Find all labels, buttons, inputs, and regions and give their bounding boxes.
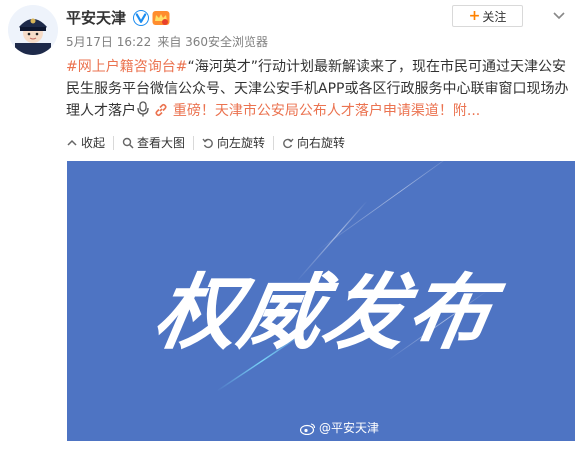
author-name[interactable]: 平安天津 (66, 8, 126, 28)
member-badge-icon[interactable] (152, 10, 170, 26)
view-large-button[interactable]: 查看大图 (113, 136, 193, 150)
weibo-logo-icon (300, 422, 316, 435)
follow-button[interactable]: + 关注 (452, 5, 523, 27)
rotate-right-label: 向右旋转 (297, 136, 346, 150)
author-badges (133, 10, 170, 26)
post-source: 来自 360安全浏览器 (157, 35, 269, 49)
post-meta: 5月17日 16:22 来自 360安全浏览器 (66, 34, 268, 50)
plus-icon: + (468, 8, 481, 24)
post-text: #网上户籍咨询台#“海河英才”行动计划最新解读来了，现在市民可通过天津公安民生服… (66, 56, 574, 124)
verified-v-icon[interactable] (133, 10, 149, 26)
post-time[interactable]: 5月17日 16:22 (66, 34, 151, 50)
headline-text: 权威发布 (148, 266, 510, 361)
chevron-down-icon[interactable] (553, 12, 565, 20)
police-avatar-image (8, 5, 58, 55)
follow-button-label: 关注 (482, 9, 507, 24)
image-watermark: @平安天津 (300, 420, 379, 436)
microphone-icon (136, 101, 150, 124)
article-link[interactable]: 重磅！天津市公安局公布人才落户申请渠道！附... (173, 103, 480, 119)
rotate-right-button[interactable]: 向右旋转 (273, 136, 353, 150)
headline-graphic: 权威发布 (67, 161, 575, 441)
rotate-left-label: 向左旋转 (217, 136, 266, 150)
rotate-right-icon (283, 138, 294, 149)
magnify-icon (122, 137, 134, 149)
post-image[interactable]: 权威发布 (67, 161, 575, 441)
avatar[interactable] (8, 5, 58, 55)
collapse-button[interactable]: 收起 (66, 136, 113, 150)
collapse-icon (67, 139, 77, 146)
hashtag-link[interactable]: #网上户籍咨询台# (66, 59, 187, 75)
watermark-text: @平安天津 (319, 421, 380, 435)
collapse-label: 收起 (81, 136, 106, 150)
link-icon (154, 102, 168, 124)
media-toolbar: 收起 查看大图 向左旋转 向右旋转 (66, 133, 575, 153)
view-large-label: 查看大图 (137, 136, 186, 150)
rotate-left-icon (202, 138, 213, 149)
rotate-left-button[interactable]: 向左旋转 (193, 136, 273, 150)
